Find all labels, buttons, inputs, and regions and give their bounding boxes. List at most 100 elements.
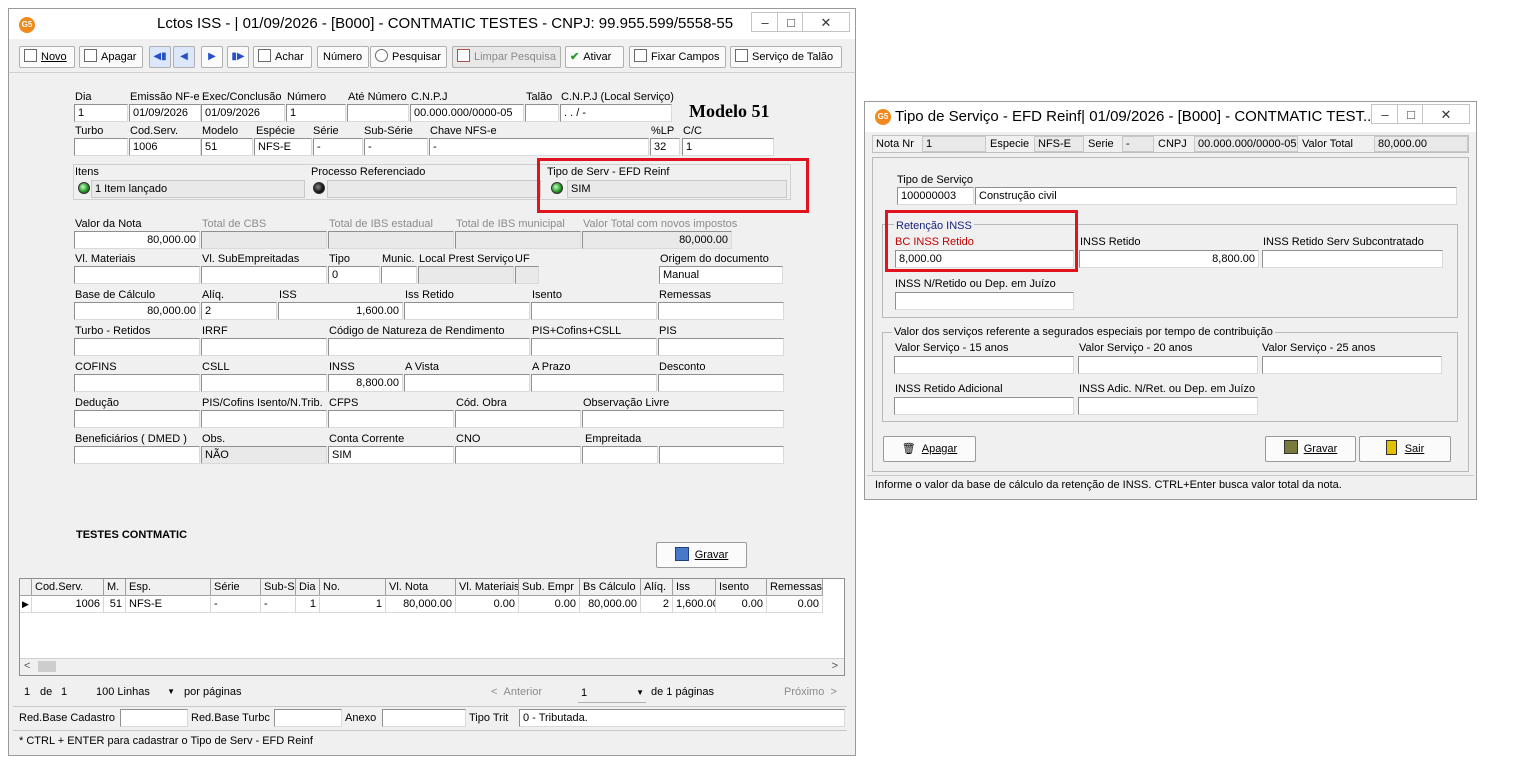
dialog-maximize-button[interactable]: □ <box>1397 104 1425 124</box>
grid-col-header[interactable]: Remessas <box>767 579 823 596</box>
gravar-dialog-button[interactable]: Gravar <box>1265 436 1356 462</box>
grid-cell[interactable]: 1 <box>320 597 386 613</box>
dialog-minimize-button[interactable]: – <box>1371 104 1399 124</box>
first-record-button[interactable]: ◀▮ <box>149 46 171 68</box>
ativar-button[interactable]: ✔ Ativar <box>565 46 624 68</box>
servico-talao-button[interactable]: Serviço de Talão <box>730 46 842 68</box>
ate-numero-field[interactable] <box>347 104 409 122</box>
desconto-field[interactable] <box>658 374 784 392</box>
per-page-select[interactable]: 100 Linhas ▼ <box>93 684 177 702</box>
vl-materiais-field[interactable] <box>74 266 200 284</box>
v15-field[interactable] <box>894 356 1074 374</box>
close-button[interactable]: ✕ <box>802 12 850 32</box>
grid-cell[interactable]: - <box>261 597 296 613</box>
tipo-servico-code-field[interactable]: 100000003 <box>897 187 974 205</box>
base-calc-field[interactable]: 80,000.00 <box>74 302 200 320</box>
cod-serv-field[interactable]: 1006 <box>129 138 201 156</box>
pis-field[interactable] <box>658 338 784 356</box>
grid-cell[interactable]: 80,000.00 <box>386 597 456 613</box>
pesquisar-button[interactable]: Pesquisar <box>370 46 447 68</box>
current-page-select[interactable]: 1 ▼ <box>578 685 646 703</box>
dialog-close-button[interactable]: ✕ <box>1422 104 1470 124</box>
empreitada-extra-field[interactable] <box>659 446 784 464</box>
irrf-field[interactable] <box>201 338 327 356</box>
nretido-field[interactable] <box>895 292 1074 310</box>
v25-field[interactable] <box>1262 356 1442 374</box>
obs-livre-field[interactable] <box>582 410 784 428</box>
subcontratado-field[interactable] <box>1262 250 1443 268</box>
grid-col-header[interactable]: Alíq. <box>641 579 673 596</box>
grid-cell[interactable]: 0.00 <box>519 597 580 613</box>
csll-field[interactable] <box>201 374 327 392</box>
adic-nret-field[interactable] <box>1078 397 1258 415</box>
adicional-field[interactable] <box>894 397 1074 415</box>
grid-cell[interactable]: 1006 <box>32 597 104 613</box>
grid-cell[interactable]: 1 <box>296 597 320 613</box>
valor-total-novos-field[interactable]: 80,000.00 <box>582 231 732 249</box>
scroll-thumb[interactable] <box>38 661 56 672</box>
a-prazo-field[interactable] <box>531 374 657 392</box>
grid-cell[interactable]: 0.00 <box>456 597 519 613</box>
grid-col-header[interactable]: Série <box>211 579 261 596</box>
cod-nat-field[interactable] <box>328 338 530 356</box>
pis-cofins-csll-field[interactable] <box>531 338 657 356</box>
grid-col-header[interactable]: Bs Cálculo <box>580 579 641 596</box>
chave-field[interactable]: - <box>429 138 649 156</box>
proximo-button[interactable]: Próximo > <box>784 686 837 699</box>
valor-nota-field[interactable]: 80,000.00 <box>74 231 200 249</box>
cc-field[interactable]: 1 <box>682 138 774 156</box>
aliq-field[interactable]: 2 <box>201 302 277 320</box>
cnpj-local-field[interactable]: . . / - <box>560 104 672 122</box>
cod-obra-field[interactable] <box>455 410 581 428</box>
valor-total-dlg-field[interactable]: 80,000.00 <box>1374 136 1468 152</box>
grid-col-header[interactable]: Esp. <box>126 579 211 596</box>
prev-record-button[interactable]: ◀ <box>173 46 195 68</box>
grid-cell[interactable]: - <box>211 597 261 613</box>
total-ibs-est-field[interactable] <box>328 231 454 249</box>
grid-cell[interactable]: 0.00 <box>767 597 823 613</box>
grid-cell[interactable]: 51 <box>104 597 126 613</box>
achar-button[interactable]: Achar <box>253 46 312 68</box>
horizontal-scrollbar[interactable]: < > <box>20 658 844 675</box>
tipo-servico-desc-field[interactable]: Construção civil <box>975 187 1457 205</box>
emissao-field[interactable]: 01/09/2026 <box>129 104 201 122</box>
inss-retido-field[interactable]: 8,800.00 <box>1079 250 1259 268</box>
fixar-campos-button[interactable]: Fixar Campos <box>629 46 726 68</box>
grid-col-header[interactable]: Sub. Empr <box>519 579 580 596</box>
scroll-right-icon[interactable]: > <box>832 660 838 672</box>
grid-col-header[interactable]: Vl. Nota <box>386 579 456 596</box>
uf-field[interactable] <box>515 266 539 284</box>
gravar-main-button[interactable]: Gravar <box>656 542 747 568</box>
isento-field[interactable] <box>531 302 657 320</box>
next-record-button[interactable]: ▶ <box>201 46 223 68</box>
bc-inss-field[interactable]: 8,000.00 <box>895 250 1074 268</box>
lp-field[interactable]: 32 <box>650 138 680 156</box>
especie-field[interactable]: NFS-E <box>254 138 312 156</box>
total-ibs-mun-field[interactable] <box>455 231 581 249</box>
grid-cell[interactable]: 0.00 <box>716 597 767 613</box>
cofins-field[interactable] <box>74 374 200 392</box>
modelo-field[interactable]: 51 <box>201 138 253 156</box>
pis-cofins-isento-field[interactable] <box>201 410 327 428</box>
local-prest-field[interactable] <box>418 266 514 284</box>
apagar-button[interactable]: Apagar <box>79 46 143 68</box>
tipo-field[interactable]: 0 <box>328 266 380 284</box>
total-cbs-field[interactable] <box>201 231 327 249</box>
minimize-button[interactable]: – <box>751 12 779 32</box>
cnpj-field[interactable]: 00.000.000/0000-05 <box>410 104 524 122</box>
grid-col-header[interactable]: Cod.Serv. <box>32 579 104 596</box>
tipo-serv-field[interactable]: SIM <box>567 180 787 198</box>
sub-serie-field[interactable]: - <box>364 138 428 156</box>
nota-nr-field[interactable]: 1 <box>922 136 986 152</box>
maximize-button[interactable]: □ <box>777 12 805 32</box>
grid-cell[interactable]: NFS-E <box>126 597 211 613</box>
especie-dlg-field[interactable]: NFS-E <box>1034 136 1084 152</box>
tipo-trib-field[interactable]: 0 - Tributada. <box>519 709 845 727</box>
serie-field[interactable]: - <box>313 138 363 156</box>
anterior-button[interactable]: < Anterior <box>491 686 542 699</box>
grid-cell[interactable]: 2 <box>641 597 673 613</box>
obs-field[interactable]: NÃO <box>201 446 327 464</box>
exec-field[interactable]: 01/09/2026 <box>201 104 285 122</box>
vl-sub-field[interactable] <box>201 266 327 284</box>
dia-field[interactable]: 1 <box>74 104 128 122</box>
